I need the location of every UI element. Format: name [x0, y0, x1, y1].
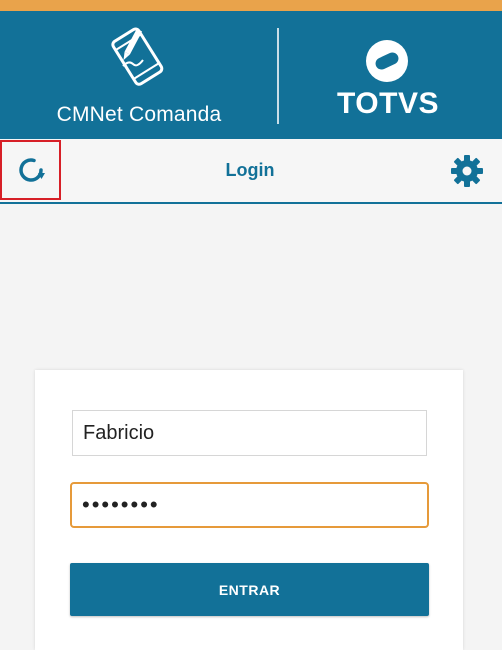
- brand-name: TOTVS: [337, 87, 439, 120]
- app-name: CMNet Comanda: [56, 103, 222, 126]
- top-accent-stripe: [0, 0, 502, 11]
- tablet-pen-icon: [111, 27, 164, 86]
- main-content: ENTRAR: [0, 204, 502, 650]
- password-field[interactable]: [70, 482, 429, 528]
- login-card: ENTRAR: [35, 370, 463, 650]
- refresh-icon: [18, 158, 45, 182]
- totvs-logo-icon: [366, 40, 408, 82]
- app-branding: CMNet Comanda: [36, 11, 242, 139]
- settings-button[interactable]: [447, 151, 487, 191]
- refresh-button[interactable]: [0, 140, 61, 200]
- toolbar: Login: [0, 139, 502, 204]
- header-divider: [277, 28, 279, 124]
- enter-button[interactable]: ENTRAR: [70, 563, 429, 616]
- username-field[interactable]: [72, 410, 427, 456]
- brand-logo: TOTVS: [318, 11, 458, 139]
- gear-icon: [451, 155, 483, 187]
- app-header: CMNet Comanda TOTVS: [0, 11, 502, 139]
- page-title: Login: [225, 160, 275, 180]
